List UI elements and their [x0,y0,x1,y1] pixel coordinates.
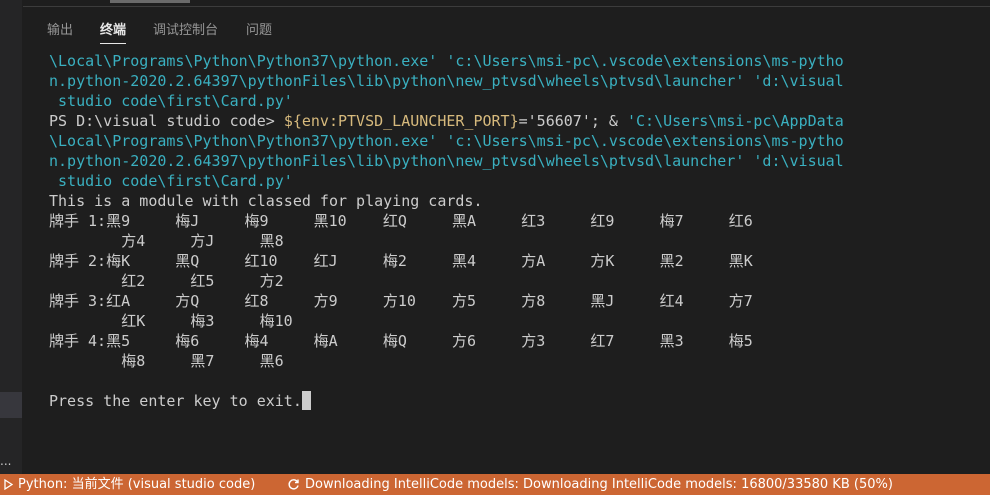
terminal-text: 红K 梅3 梅10 [49,312,293,330]
overflow-indicator[interactable]: ... [0,454,11,468]
terminal-cursor [301,391,311,410]
terminal-text: Press the enter key to exit. [49,392,302,410]
terminal-text: studio code\first\Card.py' [49,172,293,190]
status-bar: Python: 当前文件 (visual studio code) Downlo… [0,474,990,495]
terminal-text: \Local\Programs\Python\Python37\python.e… [49,52,844,70]
terminal-text: 牌手 1:黑9 梅J 梅9 黑10 红Q 黑A 红3 红9 梅7 红6 [49,212,753,230]
terminal-line: This is a module with classed for playin… [49,191,979,211]
terminal-text: 'C:\Users\msi-pc\AppData [627,112,844,130]
status-python-run[interactable]: Python: 当前文件 (visual studio code) [4,474,255,495]
terminal-text: ${env:PTVSD_LAUNCHER_PORT} [283,112,519,130]
terminal-text: 牌手 2:梅K 黑Q 红10 红J 梅2 黑4 方A 方K 黑2 黑K [49,252,753,270]
terminal-line: 红2 红5 方2 [49,271,979,291]
terminal-line: 红K 梅3 梅10 [49,311,979,331]
terminal-panel: 输出 终端 调试控制台 问题 \Local\Programs\Python\Py… [23,6,990,475]
tab-output[interactable]: 输出 [47,19,73,44]
terminal-line: 梅8 黑7 黑6 [49,351,979,371]
terminal-line: \Local\Programs\Python\Python37\python.e… [49,131,979,151]
editor-remnant [110,0,190,3]
terminal-text: 红2 红5 方2 [49,272,284,290]
terminal-line: studio code\first\Card.py' [49,171,979,191]
terminal-line: 牌手 3:红A 方Q 红8 方9 方10 方5 方8 黑J 红4 方7 [49,291,979,311]
panel-tabs: 输出 终端 调试控制台 问题 [23,7,990,45]
tab-terminal[interactable]: 终端 [100,19,127,44]
terminal-line: \Local\Programs\Python\Python37\python.e… [49,51,979,71]
terminal-line: 牌手 1:黑9 梅J 梅9 黑10 红Q 黑A 红3 红9 梅7 红6 [49,211,979,231]
terminal-text: This is a module with classed for playin… [49,192,483,210]
terminal-text: \Local\Programs\Python\Python37\python.e… [49,132,844,150]
terminal-text: n.python-2020.2.64397\pythonFiles\lib\py… [49,72,844,90]
terminal-text: PS D:\visual studio code> [49,112,284,130]
status-download-label: Downloading IntelliCode models: Download… [305,477,893,492]
terminal-text: 牌手 3:红A 方Q 红8 方9 方10 方5 方8 黑J 红4 方7 [49,292,753,310]
sync-icon [288,479,299,490]
terminal-output[interactable]: \Local\Programs\Python\Python37\python.e… [49,51,979,471]
activity-bar-strip: ... [0,0,22,474]
terminal-line: n.python-2020.2.64397\pythonFiles\lib\py… [49,71,979,91]
terminal-line: studio code\first\Card.py' [49,91,979,111]
status-intellicode-download[interactable]: Downloading IntelliCode models: Download… [287,474,893,495]
terminal-line: 方4 方J 黑8 [49,231,979,251]
tab-debug-console[interactable]: 调试控制台 [153,19,218,44]
status-python-label: Python: 当前文件 (visual studio code) [18,477,256,492]
play-icon [4,479,13,490]
terminal-text: 方4 方J 黑8 [49,232,284,250]
tab-problems[interactable]: 问题 [246,19,272,44]
terminal-text: 梅8 黑7 黑6 [49,352,284,370]
terminal-text: 牌手 4:黑5 梅6 梅4 梅A 梅Q 方6 方3 红7 黑3 梅5 [49,332,753,350]
terminal-line: 牌手 4:黑5 梅6 梅4 梅A 梅Q 方6 方3 红7 黑3 梅5 [49,331,979,351]
terminal-text: studio code\first\Card.py' [49,92,293,110]
terminal-line: 牌手 2:梅K 黑Q 红10 红J 梅2 黑4 方A 方K 黑2 黑K [49,251,979,271]
selected-row-highlight [0,392,22,418]
terminal-text: ='56607'; & [518,112,627,130]
terminal-line: n.python-2020.2.64397\pythonFiles\lib\py… [49,151,979,171]
terminal-line: Press the enter key to exit. [49,391,979,411]
terminal-text: n.python-2020.2.64397\pythonFiles\lib\py… [49,152,844,170]
terminal-line: PS D:\visual studio code> ${env:PTVSD_LA… [49,111,979,131]
